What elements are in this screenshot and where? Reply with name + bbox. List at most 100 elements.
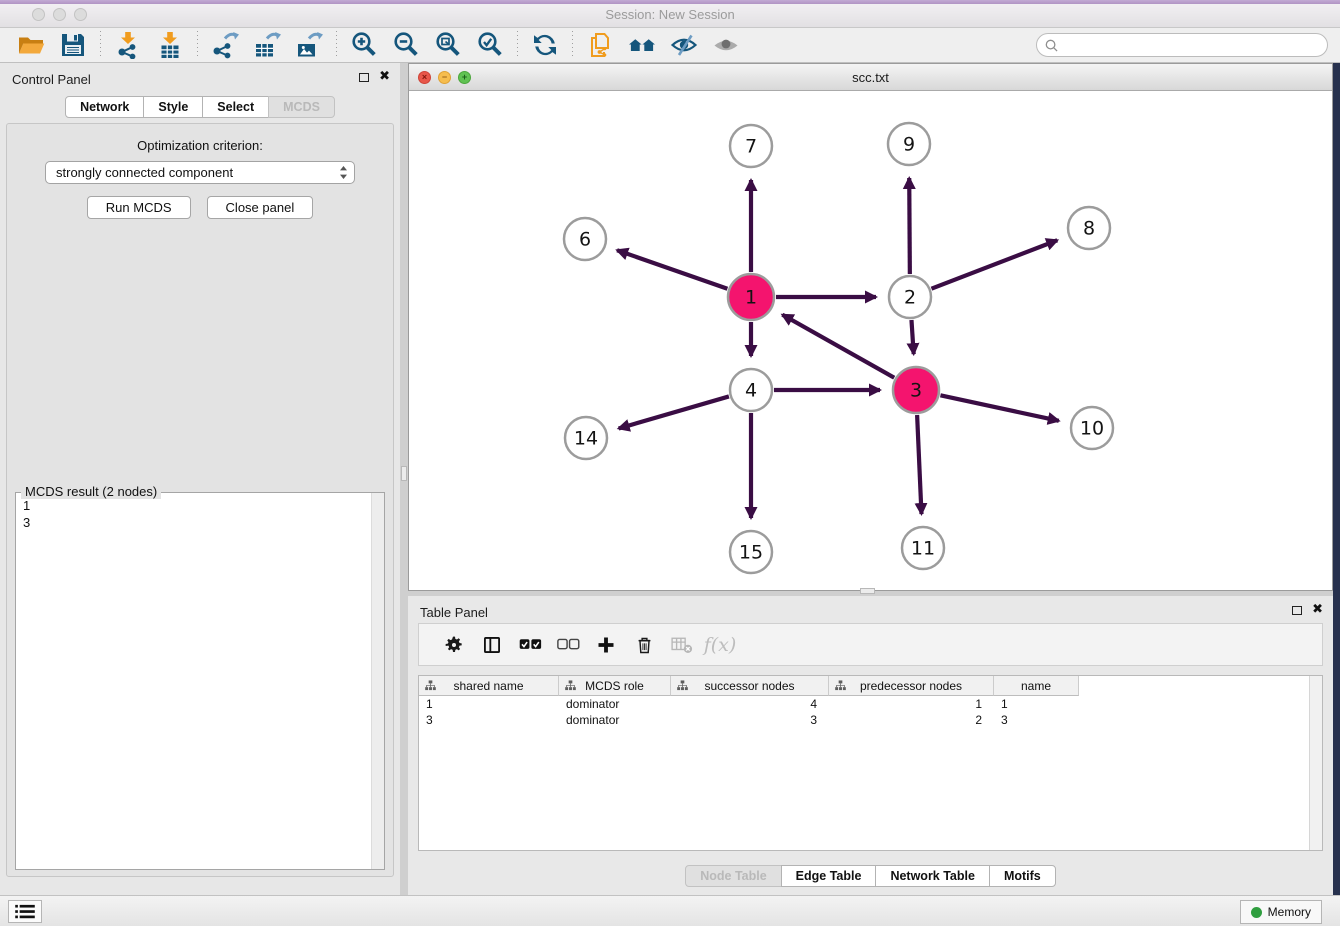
export-network-icon[interactable] — [204, 30, 246, 60]
show-panels-button[interactable] — [8, 900, 42, 923]
delete-icon[interactable] — [625, 627, 663, 663]
close-panel-icon[interactable]: ✖ — [379, 72, 390, 82]
table-cell[interactable]: 1 — [419, 696, 559, 712]
export-image-icon[interactable] — [288, 30, 330, 60]
edge-2-8[interactable] — [931, 240, 1057, 288]
graph-node-10[interactable]: 10 — [1071, 407, 1113, 449]
search-box[interactable] — [1036, 33, 1328, 57]
first-neighbors-icon[interactable] — [621, 30, 663, 60]
mcds-result-text[interactable]: 13 — [16, 493, 370, 869]
tab-select[interactable]: Select — [202, 96, 269, 118]
column-header-shared-name[interactable]: shared name — [419, 676, 559, 696]
column-header-predecessor-nodes[interactable]: predecessor nodes — [829, 676, 994, 696]
network-canvas[interactable]: 7 9 6 8 1 2 4 3 14 10 15 11 — [409, 91, 1332, 590]
tab-network[interactable]: Network — [65, 96, 144, 118]
control-panel-title: Control Panel — [12, 72, 91, 87]
horizontal-splitter-handle[interactable] — [860, 588, 875, 594]
zoom-fit-icon[interactable] — [427, 30, 469, 60]
graph-node-11[interactable]: 11 — [902, 527, 944, 569]
edge-3-10[interactable] — [940, 395, 1058, 421]
export-table-icon[interactable] — [246, 30, 288, 60]
workspace: Control Panel ✖ NetworkStyleSelectMCDS O… — [0, 63, 1340, 895]
close-panel-button[interactable]: Close panel — [207, 196, 314, 219]
table-cell[interactable]: dominator — [559, 712, 671, 728]
column-header-mcds-role[interactable]: MCDS role — [559, 676, 671, 696]
optimization-select[interactable]: strongly connected component — [45, 161, 355, 184]
zoom-selected-icon[interactable] — [469, 30, 511, 60]
hide-selected-icon[interactable] — [663, 30, 705, 60]
edge-2-3[interactable] — [911, 320, 913, 354]
mcds-result-scrollbar[interactable] — [371, 493, 384, 869]
table-cell[interactable]: 1 — [829, 696, 994, 712]
settings-icon[interactable] — [435, 627, 473, 663]
table-cell[interactable]: dominator — [559, 696, 671, 712]
column-header-successor-nodes[interactable]: successor nodes — [671, 676, 829, 696]
memory-button[interactable]: Memory — [1240, 900, 1322, 924]
table-tab-edge-table[interactable]: Edge Table — [781, 865, 877, 887]
table-cell[interactable]: 3 — [419, 712, 559, 728]
graph-node-15[interactable]: 15 — [730, 531, 772, 573]
graph-node-6[interactable]: 6 — [564, 218, 606, 260]
network-view-title: scc.txt — [409, 70, 1332, 85]
graph-node-1[interactable]: 1 — [728, 274, 774, 320]
show-column-icon[interactable] — [473, 627, 511, 663]
edge-2-9[interactable] — [909, 178, 910, 274]
control-panel: Control Panel ✖ NetworkStyleSelectMCDS O… — [0, 63, 400, 895]
svg-text:11: 11 — [911, 538, 935, 560]
zoom-in-icon[interactable] — [343, 30, 385, 60]
float-panel-icon[interactable] — [359, 73, 369, 82]
float-table-panel-icon[interactable] — [1292, 606, 1302, 615]
table-tab-network-table[interactable]: Network Table — [875, 865, 990, 887]
search-icon — [1045, 39, 1058, 52]
copy-network-icon[interactable] — [579, 30, 621, 60]
graph-node-7[interactable]: 7 — [730, 125, 772, 167]
column-header-name[interactable]: name — [994, 676, 1079, 696]
edge-3-11[interactable] — [917, 415, 921, 514]
close-table-panel-icon[interactable]: ✖ — [1312, 605, 1323, 615]
edge-4-14[interactable] — [619, 396, 729, 428]
vertical-splitter[interactable] — [400, 63, 408, 895]
graph-node-14[interactable]: 14 — [565, 417, 607, 459]
svg-text:1: 1 — [745, 287, 757, 309]
tab-style[interactable]: Style — [143, 96, 203, 118]
graph-node-4[interactable]: 4 — [730, 369, 772, 411]
node-table-header: shared nameMCDS rolesuccessor nodesprede… — [419, 676, 1322, 696]
edge-3-1[interactable] — [782, 315, 894, 378]
zoom-out-icon[interactable] — [385, 30, 427, 60]
select-all-icon[interactable] — [511, 627, 549, 663]
vertical-splitter-handle[interactable] — [401, 466, 407, 481]
table-tab-node-table[interactable]: Node Table — [685, 865, 781, 887]
table-row[interactable]: 3dominator323 — [419, 712, 1322, 728]
graph-node-3[interactable]: 3 — [893, 367, 939, 413]
table-row[interactable]: 1dominator411 — [419, 696, 1322, 712]
edge-1-6[interactable] — [617, 250, 727, 289]
graph-node-2[interactable]: 2 — [889, 276, 931, 318]
deselect-all-icon[interactable] — [549, 627, 587, 663]
search-input[interactable] — [1058, 38, 1327, 52]
svg-text:8: 8 — [1083, 218, 1095, 240]
table-panel: Table Panel ✖ f(x) shared nameMCDS roles… — [408, 596, 1333, 895]
table-tab-motifs[interactable]: Motifs — [989, 865, 1056, 887]
node-table-body: 1dominator4113dominator323 — [419, 696, 1322, 728]
table-cell[interactable]: 3 — [671, 712, 829, 728]
refresh-icon[interactable] — [524, 30, 566, 60]
optimization-criterion-label: Optimization criterion: — [7, 138, 393, 153]
tab-mcds[interactable]: MCDS — [268, 96, 335, 118]
import-table-icon[interactable] — [149, 30, 191, 60]
graph-node-8[interactable]: 8 — [1068, 207, 1110, 249]
show-all-icon[interactable] — [705, 30, 747, 60]
add-icon[interactable] — [587, 627, 625, 663]
import-network-icon[interactable] — [107, 30, 149, 60]
table-cell[interactable]: 2 — [829, 712, 994, 728]
table-scrollbar[interactable] — [1309, 676, 1322, 850]
mcds-result-title: MCDS result (2 nodes) — [21, 484, 161, 499]
mcds-result-box: 13 — [15, 492, 385, 870]
run-mcds-button[interactable]: Run MCDS — [87, 196, 191, 219]
table-cell[interactable]: 4 — [671, 696, 829, 712]
save-session-icon[interactable] — [52, 30, 94, 60]
table-cell[interactable]: 3 — [994, 712, 1079, 728]
mcds-buttons-row: Run MCDS Close panel — [7, 196, 393, 219]
open-session-icon[interactable] — [10, 30, 52, 60]
table-cell[interactable]: 1 — [994, 696, 1079, 712]
graph-node-9[interactable]: 9 — [888, 123, 930, 165]
